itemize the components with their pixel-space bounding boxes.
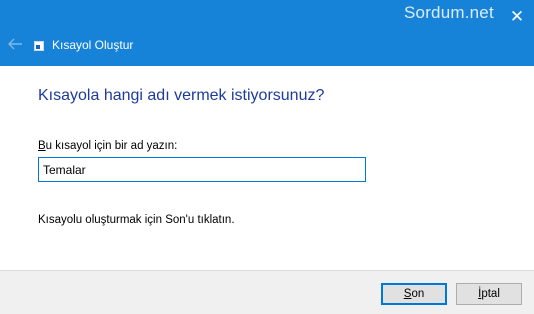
finish-access-key: S: [403, 288, 412, 300]
watermark: Sordum.net: [404, 3, 494, 22]
close-icon[interactable]: ✕: [506, 6, 528, 28]
finish-hint: Kısayolu oluşturmak için Son'u tıklatın.: [38, 214, 235, 226]
name-field-label: Bu kısayol için bir ad yazın:: [38, 140, 177, 152]
page-heading: Kısayola hangi adı vermek istiyorsunuz?: [38, 87, 325, 104]
finish-button[interactable]: Son: [381, 283, 447, 305]
cancel-button[interactable]: İptal: [456, 283, 522, 305]
cancel-label: ptal: [481, 288, 500, 300]
create-shortcut-window: Sordum.net ✕ Kısayol Oluştur Kısayola ha…: [0, 0, 534, 314]
window-title: Kısayol Oluştur: [52, 38, 134, 52]
button-bar: [0, 270, 534, 314]
back-arrow-icon[interactable]: [6, 35, 24, 53]
name-label-text: u kısayol için bir ad yazın:: [45, 140, 178, 152]
shortcut-icon: [34, 41, 44, 51]
shortcut-name-input[interactable]: [38, 157, 366, 182]
name-label-access-key: B: [38, 140, 46, 152]
title-bar: Sordum.net ✕ Kısayol Oluştur: [0, 0, 534, 66]
finish-label: on: [411, 288, 425, 300]
